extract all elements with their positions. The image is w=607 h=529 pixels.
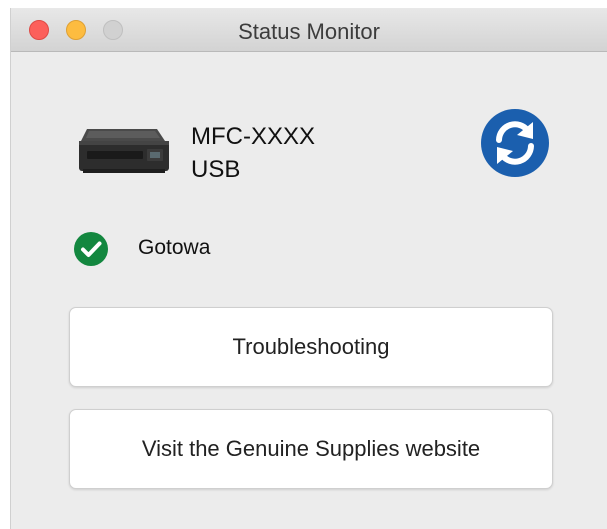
title-bar[interactable]: Status Monitor — [11, 8, 607, 52]
refresh-button[interactable] — [481, 109, 549, 177]
genuine-supplies-button[interactable]: Visit the Genuine Supplies website — [69, 409, 553, 489]
refresh-icon — [496, 121, 534, 165]
troubleshooting-button[interactable]: Troubleshooting — [69, 307, 553, 387]
status-text: Gotowa — [138, 236, 211, 259]
printer-icon — [79, 129, 169, 173]
status-monitor-window: Status Monitor MFC-XXXX USB Gotowa Troub… — [10, 8, 607, 529]
check-circle-icon — [74, 232, 108, 266]
device-name: MFC-XXXX — [191, 123, 316, 150]
device-connection: USB — [191, 156, 241, 183]
window-title: Status Monitor — [238, 19, 380, 44]
